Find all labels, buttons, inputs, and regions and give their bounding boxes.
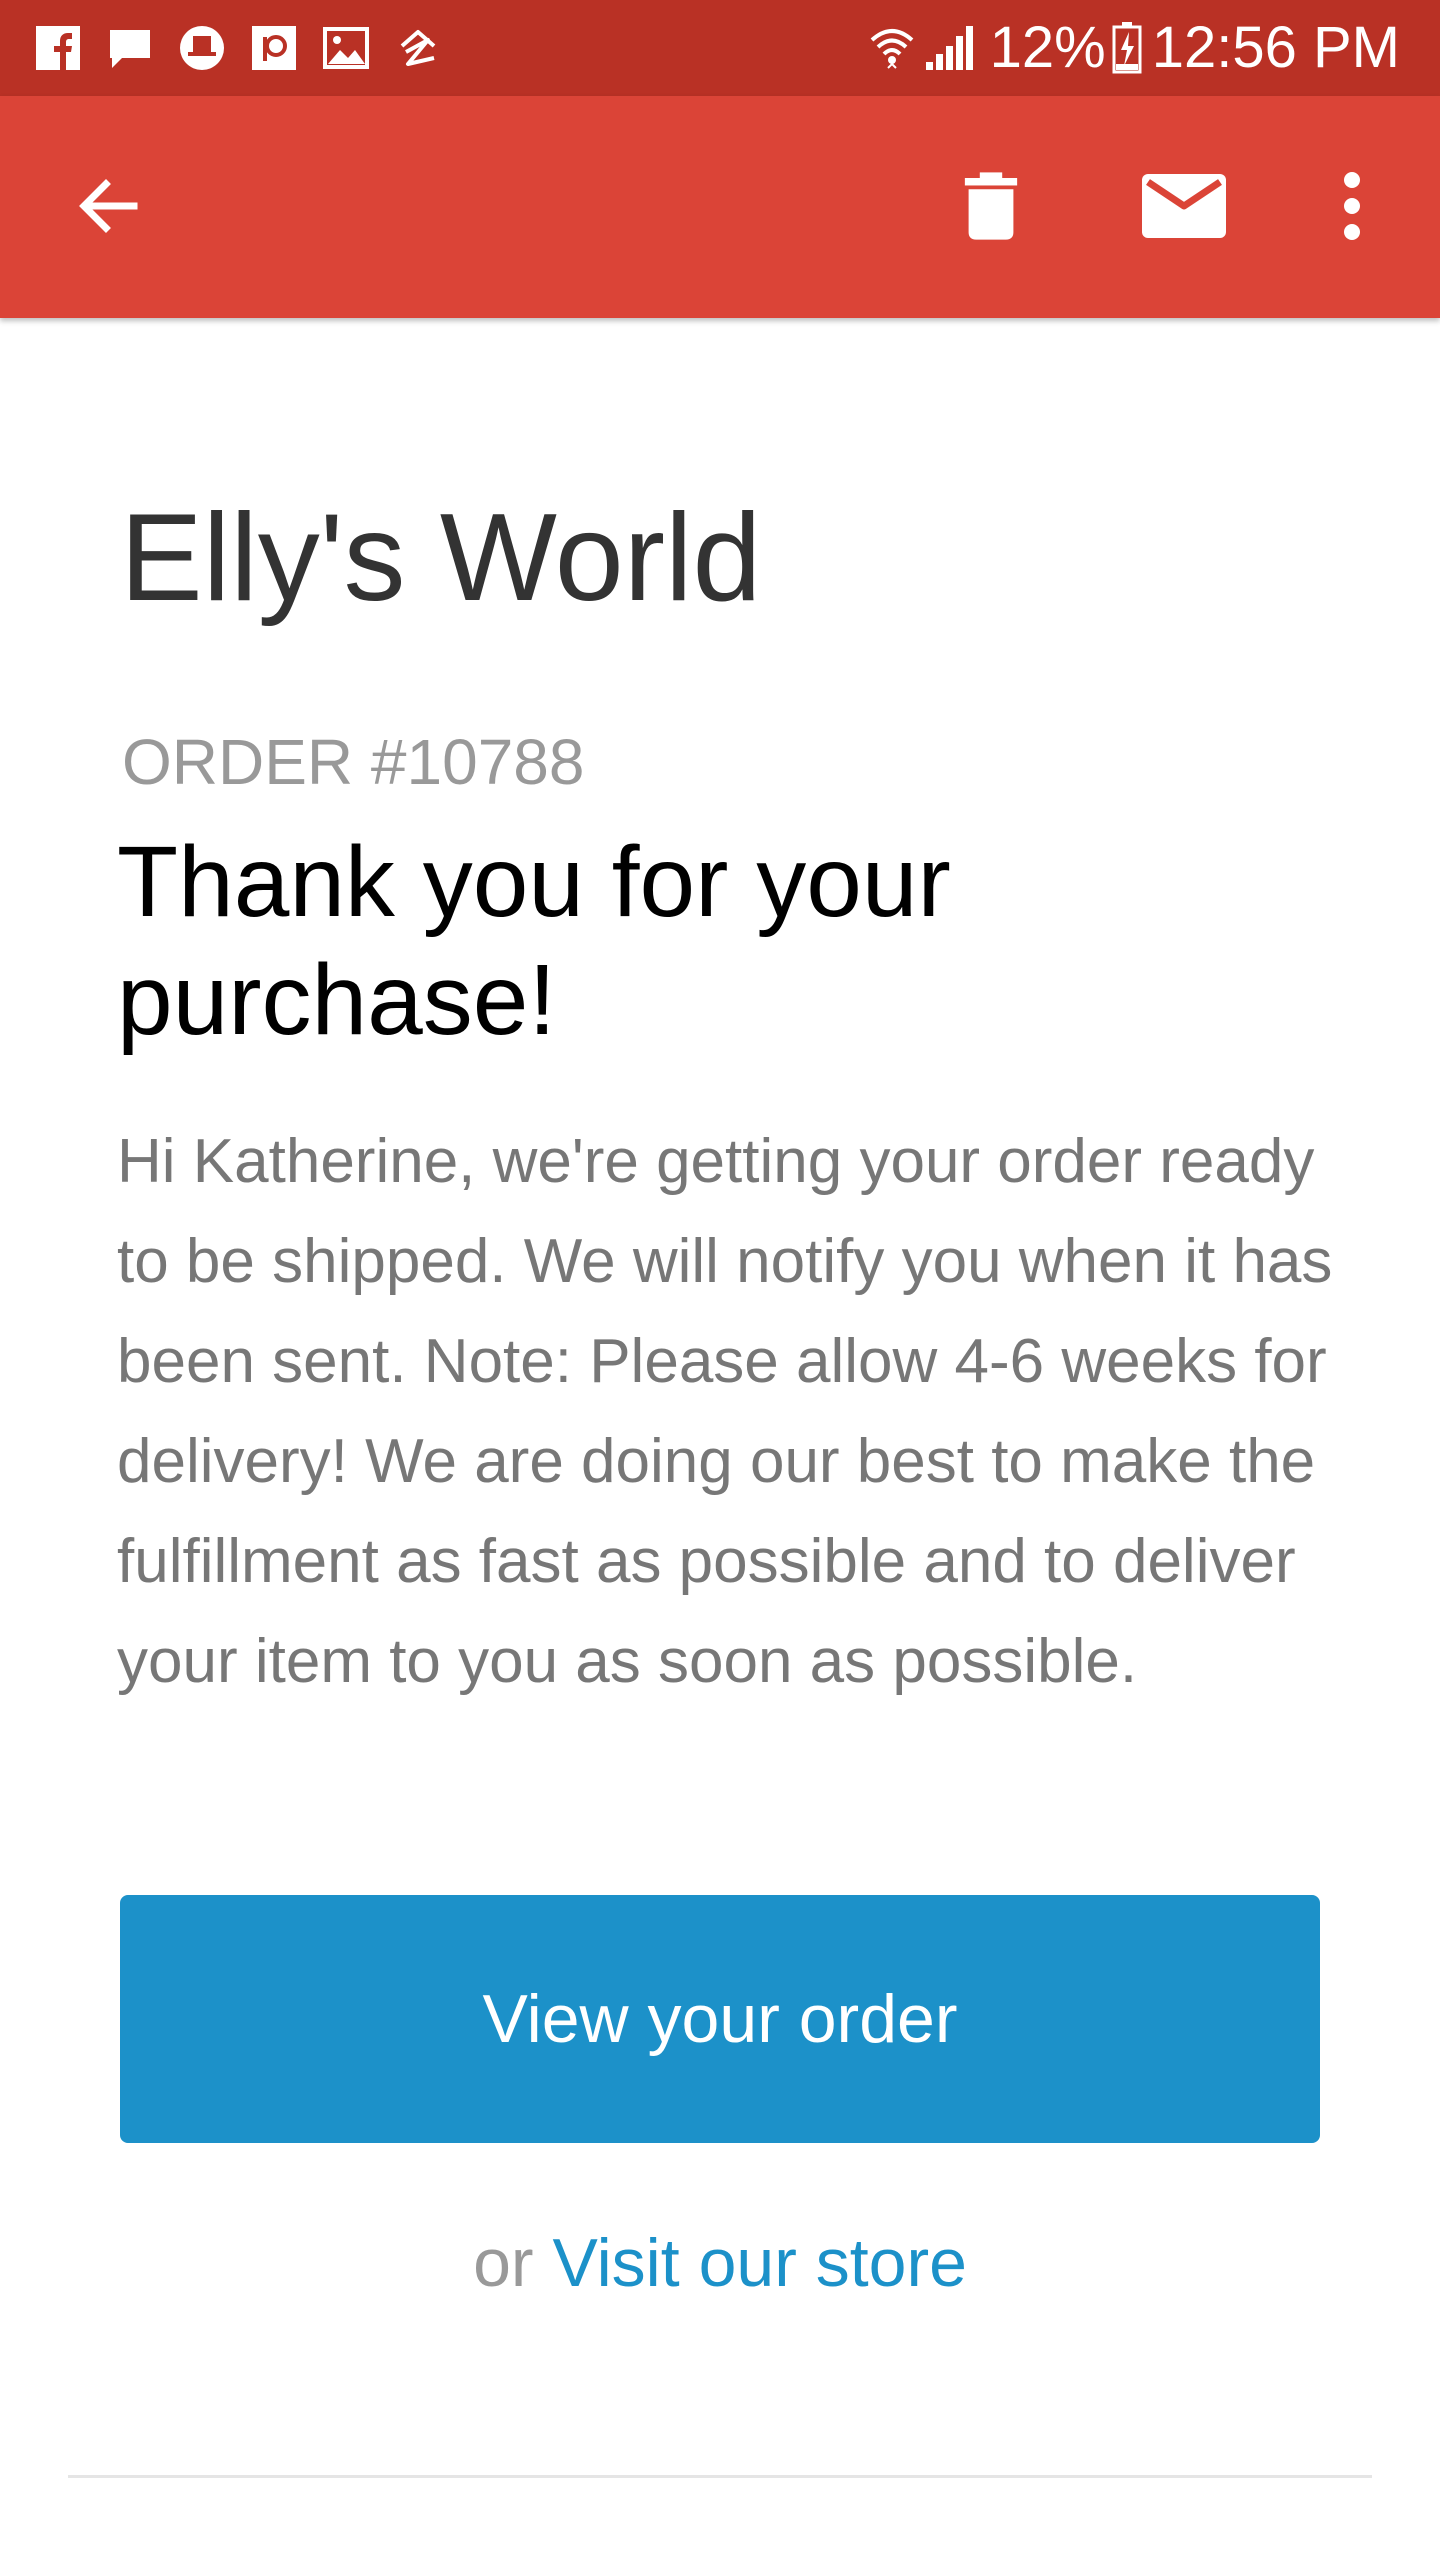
- status-bar: 12% 12:56 PM: [0, 0, 1440, 96]
- wifi-icon: [870, 29, 913, 69]
- shop-name: Elly's World: [120, 489, 762, 627]
- tophat-app-icon: [180, 26, 224, 70]
- notification-icons: [34, 22, 466, 74]
- gallery-icon: [323, 27, 369, 69]
- view-order-button[interactable]: View your order: [120, 1895, 1320, 2143]
- trash-icon: [964, 172, 1018, 240]
- more-options-button[interactable]: [1297, 151, 1407, 261]
- or-text: or: [473, 2225, 534, 2301]
- visit-store-link[interactable]: Visit our store: [552, 2225, 966, 2301]
- more-vertical-icon: [1344, 172, 1360, 240]
- chat-icon: [110, 30, 150, 68]
- delete-button[interactable]: [936, 151, 1046, 261]
- signal-bars-icon: [925, 26, 973, 70]
- arrow-back-icon: [79, 179, 138, 233]
- thank-you-heading: Thank you for your purchase!: [117, 826, 951, 1056]
- zillow-icon: [400, 30, 436, 66]
- order-message: Hi Katherine, we're getting your order r…: [117, 1127, 1333, 1696]
- app-bar: [0, 96, 1440, 318]
- system-status: 12% 12:56 PM: [868, 14, 1400, 82]
- battery-percentage: 12%: [989, 15, 1106, 80]
- facebook-icon: [36, 26, 80, 70]
- patreon-icon: [252, 26, 296, 70]
- envelope-icon: [1142, 174, 1226, 238]
- clock: 12:56 PM: [1151, 15, 1400, 80]
- order-number: ORDER #10788: [122, 726, 585, 798]
- back-button[interactable]: [53, 151, 163, 261]
- visit-store-line: or Visit our store: [0, 2218, 1440, 2308]
- mark-unread-button[interactable]: [1129, 151, 1239, 261]
- divider: [68, 2475, 1372, 2478]
- battery-charging-icon: [1112, 22, 1142, 74]
